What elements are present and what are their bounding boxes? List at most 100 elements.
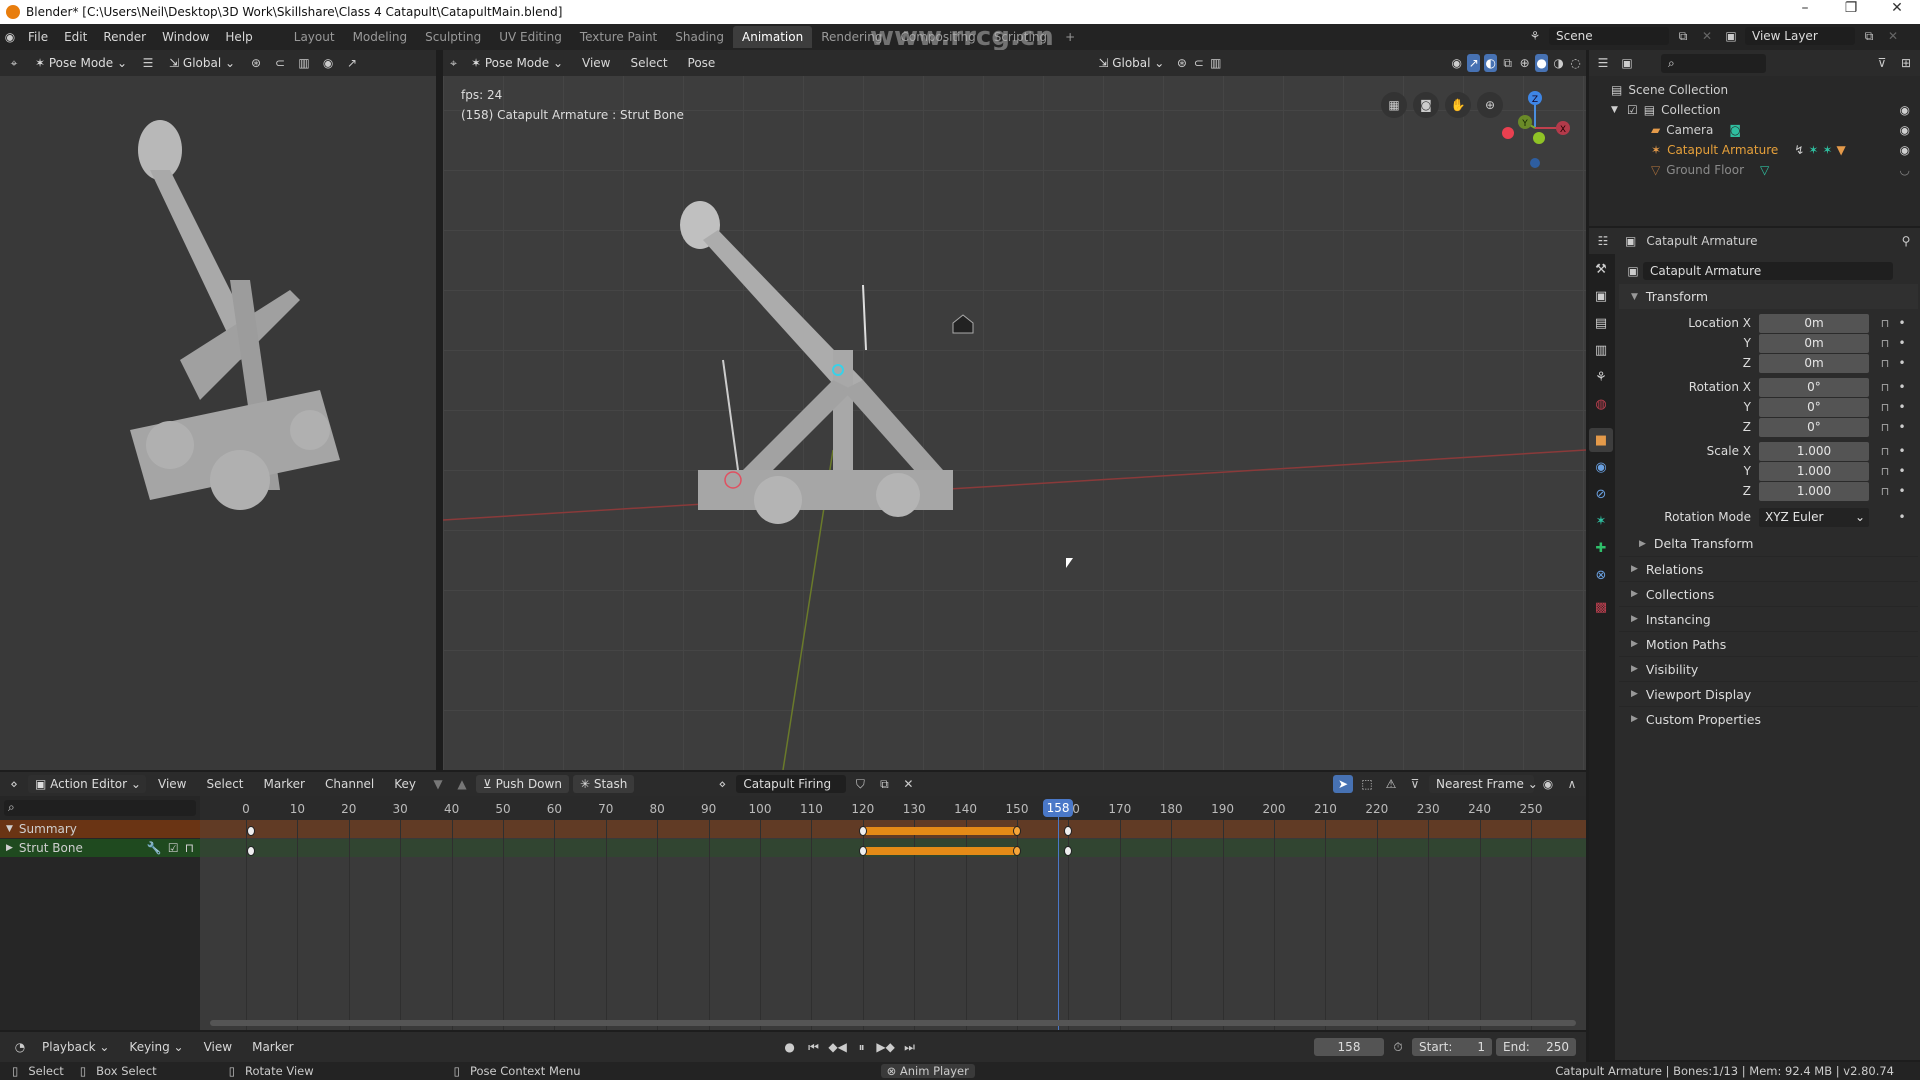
value-field[interactable]: 1.000 [1759, 461, 1869, 481]
keyframe-dot-icon[interactable]: • [1895, 316, 1909, 330]
section-relations[interactable]: ▶ Relations [1619, 556, 1918, 581]
tab-modeling[interactable]: Modeling [344, 26, 417, 48]
object-type-icon[interactable]: ▣ [1623, 262, 1643, 280]
close-button[interactable]: ✕ [1874, 0, 1920, 16]
tab-view-layer-icon[interactable]: ▥ [1589, 338, 1613, 362]
new-scene-icon[interactable]: ⧉ [1673, 27, 1693, 45]
remove-view-layer-icon[interactable]: ✕ [1883, 27, 1903, 45]
prev-keyframe-icon[interactable]: ◆◀ [828, 1038, 848, 1056]
mode-selector[interactable]: ✶ Pose Mode ⌄ [28, 54, 134, 72]
left-viewport[interactable]: ⌖ ✶ Pose Mode ⌄ ☰ ⇲ Global ⌄ ⊛ ⊂ ▥ ◉ ↗ [0, 50, 440, 770]
tab-shading[interactable]: Shading [666, 26, 733, 48]
jump-end-icon[interactable]: ⏭ [900, 1038, 920, 1056]
only-selected-icon[interactable]: ➤ [1333, 775, 1353, 793]
scene-icon[interactable]: ⚘ [1525, 27, 1545, 45]
current-frame-indicator[interactable]: 158 [1043, 799, 1074, 817]
lock-icon[interactable]: ⊓ [1875, 337, 1895, 350]
menu-view[interactable]: View [196, 1040, 240, 1054]
tab-sculpting[interactable]: Sculpting [416, 26, 490, 48]
menu-help[interactable]: Help [217, 30, 260, 44]
eye-icon[interactable]: ◉ [1900, 143, 1910, 157]
tab-world-icon[interactable]: ◍ [1589, 392, 1613, 416]
lock-icon[interactable]: ⊓ [1875, 381, 1895, 394]
outliner-collection[interactable]: ▼ ☑ ▤ Collection ◉ [1611, 100, 1920, 120]
action-editor[interactable]: ⋄ ▣ Action Editor ⌄ View Select Marker C… [0, 772, 1586, 1030]
keyframe-dot-icon[interactable]: • [1895, 336, 1909, 350]
new-action-icon[interactable]: ⧉ [874, 775, 894, 793]
visibility-icon[interactable]: ◉ [318, 54, 338, 72]
outliner-scene-collection[interactable]: ▤ Scene Collection [1611, 80, 1920, 100]
menu-file[interactable]: File [20, 30, 56, 44]
keyframe-dot-icon[interactable]: • [1895, 484, 1909, 498]
dopesheet-editor-type-icon[interactable]: ⋄ [4, 775, 24, 793]
checkbox-icon[interactable]: ☑ [1627, 103, 1638, 117]
lock-icon[interactable]: ⊓ [1875, 485, 1895, 498]
layer-up-icon[interactable]: ▲ [452, 775, 472, 793]
tab-bone-constraints-icon[interactable]: ⊗ [1589, 563, 1613, 587]
section-viewport-display[interactable]: ▶ Viewport Display [1619, 681, 1918, 706]
delta-transform-header[interactable]: ▶ Delta Transform [1619, 531, 1918, 556]
eye-hidden-icon[interactable]: ◡ [1900, 163, 1910, 177]
tab-physics-icon[interactable]: ◉ [1589, 455, 1613, 479]
channel-checkbox-icon[interactable]: ☑ [168, 841, 179, 855]
show-hidden-icon[interactable]: ⬚ [1357, 775, 1377, 793]
next-keyframe-icon[interactable]: ▶◆ [876, 1038, 896, 1056]
value-field[interactable]: 1.000 [1759, 481, 1869, 501]
tab-animation[interactable]: Animation [733, 26, 813, 48]
tab-tool-icon[interactable]: ⚒ [1589, 257, 1613, 281]
start-frame-field[interactable]: Start: 1 [1412, 1038, 1492, 1056]
lock-icon[interactable]: ⊓ [1875, 401, 1895, 414]
value-field[interactable]: 0m [1759, 313, 1869, 333]
tab-scene-icon[interactable]: ⚘ [1589, 365, 1613, 389]
tab-armature-data-icon[interactable]: ✶ [1589, 509, 1613, 533]
channel-strut-bone[interactable]: ▶ Strut Bone 🔧 ☑ ⊓ [0, 839, 200, 857]
stash-button[interactable]: ✳ Stash [572, 775, 635, 793]
pin-icon[interactable]: ⚲ [1896, 232, 1916, 250]
keyframe-dot-icon[interactable]: • [1895, 380, 1909, 394]
scene-selector[interactable]: Scene [1549, 27, 1669, 45]
playhead-line[interactable] [1058, 814, 1060, 1030]
editor-type-icon[interactable]: ⌖ [4, 54, 24, 72]
jump-start-icon[interactable]: ⏮ [804, 1038, 824, 1056]
tab-object-icon[interactable]: ■ [1589, 428, 1613, 452]
tab-texture-icon[interactable]: ▩ [1589, 595, 1613, 619]
menu-key[interactable]: Key [386, 777, 424, 791]
tab-constraints-icon[interactable]: ⊘ [1589, 482, 1613, 506]
record-button-icon[interactable]: ● [780, 1038, 800, 1056]
outliner-item-camera[interactable]: ▰ Camera ◙ ◉ [1611, 120, 1920, 140]
keyframe-dot-icon[interactable]: • [1895, 510, 1909, 524]
section-custom-properties[interactable]: ▶ Custom Properties [1619, 706, 1918, 731]
keyframe-dot-icon[interactable]: • [1895, 400, 1909, 414]
rotation-mode-dropdown[interactable]: XYZ Euler ⌄ [1759, 507, 1869, 527]
snap-icon[interactable]: ⊂ [270, 54, 290, 72]
keyframe-dot-icon[interactable]: • [1895, 420, 1909, 434]
filter-icon[interactable]: ⊽ [1872, 54, 1892, 72]
snap-mode-dropdown[interactable]: Nearest Frame ⌄ [1429, 775, 1538, 793]
menu-edit[interactable]: Edit [56, 30, 95, 44]
menu-marker[interactable]: Marker [244, 1040, 301, 1054]
keyframe[interactable] [1013, 846, 1021, 856]
minimize-button[interactable]: – [1782, 0, 1828, 16]
main-viewport[interactable]: ⌖ ✶ Pose Mode ⌄ View Select Pose ⇲ Globa… [443, 50, 1586, 770]
eye-icon[interactable]: ◉ [1900, 123, 1910, 137]
keyframe[interactable] [858, 826, 867, 836]
value-field[interactable]: 1.000 [1759, 441, 1869, 461]
section-visibility[interactable]: ▶ Visibility [1619, 656, 1918, 681]
pause-icon[interactable]: ⏸ [852, 1038, 872, 1056]
expand-arrow-icon[interactable]: ▼ [6, 824, 13, 834]
stopwatch-icon[interactable]: ⏱ [1388, 1038, 1408, 1056]
collapse-arrow-icon[interactable]: ▶ [6, 843, 13, 853]
lock-icon[interactable]: ⊓ [1875, 421, 1895, 434]
outliner-search[interactable]: ⌕ [1661, 53, 1766, 73]
menu-window[interactable]: Window [154, 30, 217, 44]
push-down-button[interactable]: ⊻ Push Down [476, 775, 569, 793]
menu-hamburger-icon[interactable]: ☰ [138, 54, 158, 72]
blender-menu-icon[interactable]: ◉ [0, 28, 20, 46]
view-layer-selector[interactable]: View Layer [1745, 27, 1855, 45]
hold-bar[interactable] [862, 827, 1017, 835]
keyframe[interactable] [858, 846, 867, 856]
keyframe-dot-icon[interactable]: • [1895, 444, 1909, 458]
orientation-selector[interactable]: ⇲ Global ⌄ [162, 54, 242, 72]
end-frame-field[interactable]: End: 250 [1496, 1038, 1576, 1056]
filter-icon[interactable]: ⊽ [1405, 775, 1425, 793]
